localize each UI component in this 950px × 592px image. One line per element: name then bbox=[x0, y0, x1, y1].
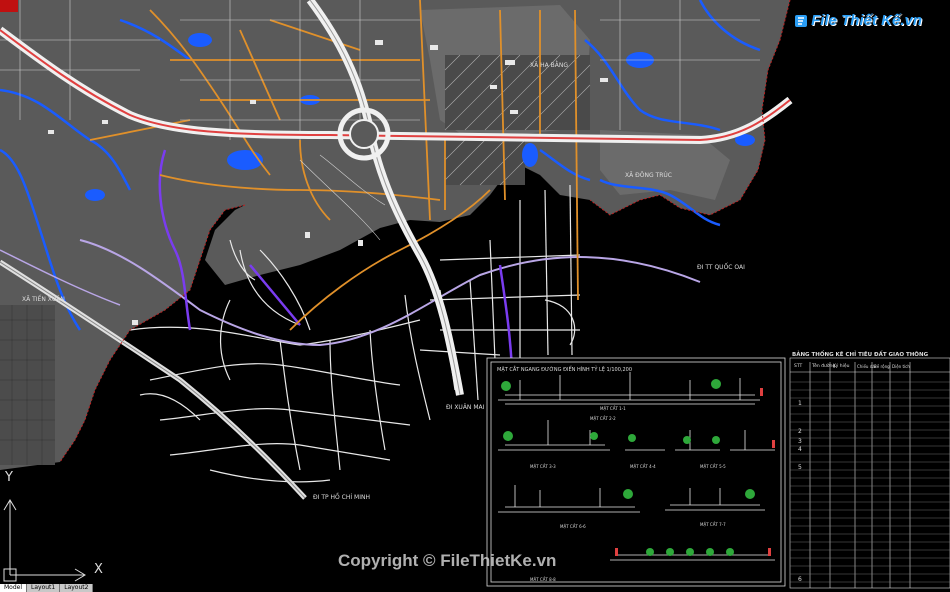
layout-tab-bar: Model Layout1 Layout2 bbox=[0, 584, 94, 592]
table-header-code: Ký hiệu bbox=[833, 364, 850, 369]
section-caption: MẶT CẮT 3-3 bbox=[530, 464, 556, 469]
section-caption: MẶT CẮT 7-7 bbox=[700, 522, 726, 527]
place-label-ha-bang: XÃ HẠ BẰNG bbox=[530, 62, 569, 69]
table-row-number: 6 bbox=[798, 576, 802, 583]
table-row-number: 3 bbox=[798, 438, 802, 445]
section-caption: MẶT CẮT 4-4 bbox=[630, 464, 656, 469]
ucs-icon bbox=[3, 499, 86, 582]
place-label-ho-chi-minh: ĐI TP HỒ CHÍ MINH bbox=[313, 494, 370, 501]
table-header-width: Bề rộng bbox=[874, 364, 890, 369]
section-caption: MẶT CẮT 6-6 bbox=[560, 524, 586, 529]
copyright-watermark: Copyright © FileThietKe.vn bbox=[338, 551, 557, 570]
site-logo[interactable]: File Thiết Kế.vn bbox=[794, 12, 922, 29]
tab-model[interactable]: Model bbox=[0, 584, 28, 592]
purple-road bbox=[249, 264, 301, 326]
logo-text: File Thiết Kế.vn bbox=[811, 12, 922, 29]
table-row-number: 5 bbox=[798, 464, 802, 471]
table-row-number: 2 bbox=[798, 428, 802, 435]
ucs-x-label: X bbox=[94, 562, 103, 577]
table-header-area: Diện tích bbox=[892, 364, 910, 369]
table-row-number: 1 bbox=[798, 400, 802, 407]
section-caption: MẶT CẮT 1-1 bbox=[600, 406, 626, 411]
place-label-tien-xuan: XÃ TIẾN XUÂN bbox=[22, 296, 65, 303]
purple-road bbox=[498, 264, 514, 371]
section-caption: MẶT CẮT 2-2 bbox=[590, 416, 616, 421]
table-header-name: Tên đường bbox=[812, 364, 836, 369]
table-header-stt: STT bbox=[794, 364, 803, 369]
place-label-quoc-oai: ĐI TT QUỐC OAI bbox=[697, 264, 745, 271]
map-canvas[interactable] bbox=[0, 0, 950, 592]
stat-table-frame bbox=[789, 357, 950, 589]
section-caption: MẶT CẮT 8-8 bbox=[530, 577, 556, 582]
red-marker bbox=[0, 0, 18, 12]
logo-icon bbox=[795, 14, 808, 27]
tab-layout1[interactable]: Layout1 bbox=[27, 584, 61, 592]
ucs-y-label: Y bbox=[5, 470, 13, 485]
place-label-dong-truc: XÃ ĐÔNG TRÚC bbox=[625, 172, 672, 179]
tab-layout2[interactable]: Layout2 bbox=[60, 584, 94, 592]
table-row-number: 4 bbox=[798, 446, 802, 453]
sections-title: MẶT CẮT NGANG ĐƯỜNG ĐIỂN HÌNH TỶ LỆ 1/10… bbox=[497, 367, 633, 373]
table-header-length: Chiều dài bbox=[857, 364, 876, 369]
grid-residential bbox=[0, 305, 55, 465]
table-title: BẢNG THỐNG KÊ CHỈ TIÊU ĐẤT GIAO THÔNG bbox=[792, 352, 929, 358]
place-label-xuan-mai: ĐI XUÂN MAI bbox=[446, 404, 485, 411]
section-caption: MẶT CẮT 5-5 bbox=[700, 464, 726, 469]
